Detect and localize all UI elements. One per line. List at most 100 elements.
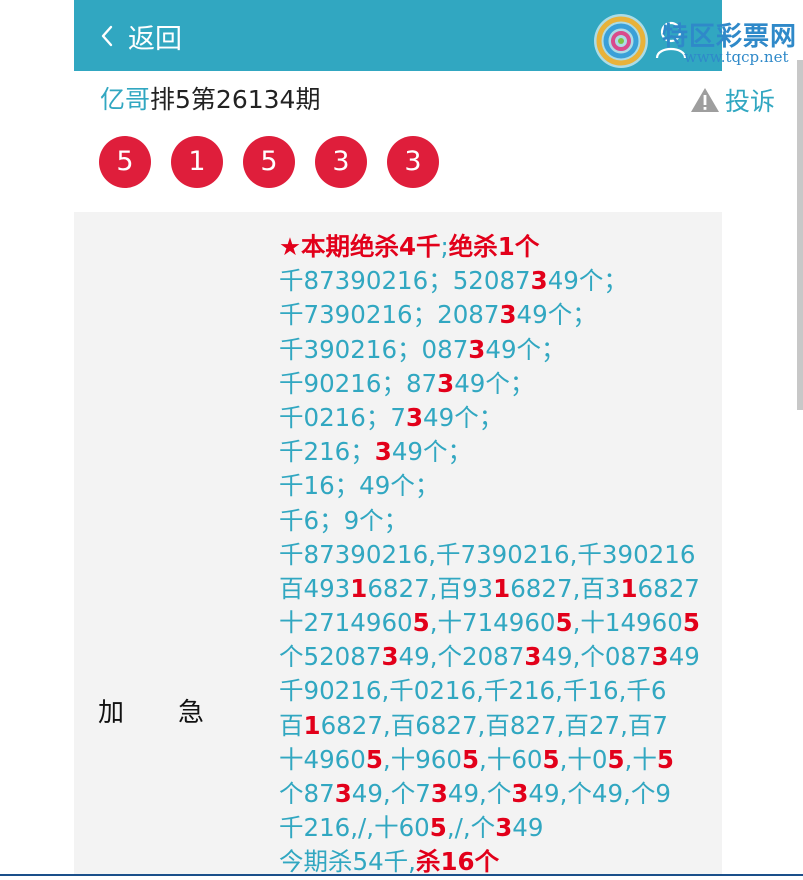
site-logo: 特区彩票网 www.tqcp.net: [592, 6, 796, 68]
highlight-text: 3: [381, 642, 399, 672]
line-text: 6827,百3: [510, 573, 621, 603]
back-label: 返回: [128, 23, 182, 55]
highlight-text: 1: [493, 573, 511, 603]
prediction-content: ★本期绝杀4千;绝杀1个 千87390216；52087349个； 千7390216…: [279, 230, 709, 880]
line-text: 个52087: [279, 642, 382, 672]
highlight-text: ★本期绝杀4千: [279, 232, 441, 261]
line-text: 49,个2087: [398, 642, 525, 672]
line-text: 千90216,千0216,千216,千16,千6: [279, 676, 667, 706]
warning-icon: [690, 88, 719, 112]
highlight-text: 3: [511, 779, 529, 808]
line-text: 千0216；7: [279, 402, 406, 432]
line-text: 千16；49个；: [279, 471, 440, 501]
prediction-line: 个87349,个7349,个349,个49,个9: [279, 777, 709, 811]
line-text: 49,个7: [351, 779, 431, 808]
highlight-text: 3: [499, 300, 517, 330]
line-text: 49: [668, 642, 700, 672]
highlight-text: 绝杀1个: [448, 232, 540, 261]
highlight-text: 5: [656, 744, 674, 774]
highlight-text: 5: [429, 813, 447, 843]
highlight-text: 3: [374, 437, 392, 467]
prediction-line: 千216,/,十605,/,个349: [279, 811, 709, 845]
prediction-line: 千90216,千0216,千216,千16,千6: [279, 674, 709, 708]
scrollbar[interactable]: [797, 60, 803, 410]
line-text: ,十714960: [429, 608, 556, 638]
prediction-line: 千216；349个；: [279, 435, 709, 469]
prediction-line: 千390216；087349个；: [279, 333, 709, 367]
prediction-panel: 加急 ★本期绝杀4千;绝杀1个 千87390216；52087349个； 千7390…: [74, 212, 722, 876]
author-name[interactable]: 亿哥: [100, 85, 150, 114]
line-text: ,十60: [479, 744, 543, 774]
highlight-text: 5: [682, 608, 700, 638]
line-text: 千87390216,千7390216,千390216: [279, 539, 696, 569]
chevron-left-icon: [101, 25, 113, 47]
line-text: ,十: [624, 744, 657, 774]
prediction-line: 千87390216；52087349个；: [279, 264, 709, 298]
highlight-text: 3: [495, 813, 513, 843]
highlight-text: 3: [430, 779, 448, 808]
highlight-text: 5: [365, 744, 383, 774]
line-text: 今期杀54千,: [279, 847, 416, 877]
line-text: 6827: [637, 573, 700, 603]
line-text: 49个；: [547, 266, 628, 296]
result-ball: 1: [171, 136, 223, 188]
line-text: ,/,个: [446, 813, 496, 843]
prediction-line: 十49605,十9605,十605,十05,十5: [279, 743, 709, 777]
line-text: ,十960: [382, 744, 462, 774]
line-text: ,十0: [559, 744, 608, 774]
logo-swirl-icon: [594, 14, 648, 68]
prediction-line: 千0216；7349个；: [279, 401, 709, 435]
prediction-line: 个52087349,个2087349,个087349: [279, 640, 709, 674]
title-text: 亿哥排5第26134期: [100, 85, 320, 114]
highlight-text: 5: [461, 744, 480, 774]
highlight-text: 3: [405, 402, 424, 432]
line-text: 千216,/,十60: [279, 813, 430, 843]
highlight-text: 5: [542, 744, 560, 774]
highlight-text: 5: [412, 608, 430, 638]
row-label: 加急: [98, 692, 206, 729]
result-ball: 3: [387, 136, 439, 188]
line-text: 千87390216；52087: [279, 266, 531, 296]
line-text: 49个；: [391, 437, 473, 467]
issue-title: 排5第26134期: [150, 85, 321, 114]
line-text: 千216；: [279, 437, 375, 467]
prediction-line: 千90216；87349个；: [279, 367, 709, 401]
prediction-line: 百16827,百6827,百827,百27,百7: [279, 709, 709, 743]
prediction-line: 千87390216,千7390216,千390216: [279, 538, 709, 572]
report-label: 投诉: [724, 87, 775, 116]
line-text: 千6；9个；: [279, 505, 409, 535]
line-text: ;: [440, 232, 449, 261]
line-text: 49,个087: [541, 642, 652, 672]
prediction-line: 百49316827,百9316827,百316827: [279, 572, 709, 606]
line-text: 千90216；87: [279, 368, 438, 398]
highlight-text: 1: [350, 573, 368, 603]
line-text: 百: [279, 710, 304, 740]
prediction-line: ★本期绝杀4千;绝杀1个: [279, 230, 709, 264]
line-text: 49,个: [447, 779, 512, 808]
result-ball: 3: [315, 136, 367, 188]
back-button[interactable]: 返回: [96, 18, 182, 55]
highlight-text: 3: [524, 642, 542, 672]
prediction-line: 十27149605,十7149605,十149605: [279, 606, 709, 640]
line-text: 个87: [279, 779, 335, 808]
line-text: 千390216；087: [279, 334, 469, 364]
line-text: 49个；: [423, 402, 504, 432]
line-text: 百493: [279, 573, 351, 603]
highlight-text: 3: [468, 334, 486, 364]
line-text: 千7390216；2087: [279, 300, 500, 330]
result-ball: 5: [243, 136, 295, 188]
highlight-text: 杀16个: [415, 847, 500, 877]
line-text: 49个；: [454, 368, 535, 398]
line-text: 49个；: [516, 300, 597, 330]
line-text: ,十14960: [572, 608, 683, 638]
line-text: 十2714960: [279, 608, 413, 638]
highlight-text: 3: [651, 642, 669, 672]
line-text: 6827,百6827,百827,百27,百7: [320, 710, 668, 740]
line-text: 6827,百93: [367, 573, 494, 603]
highlight-text: 1: [303, 710, 321, 740]
row-label-char: 加: [98, 698, 127, 728]
result-ball: 5: [99, 136, 151, 188]
report-button[interactable]: 投诉: [689, 82, 775, 118]
highlight-text: 3: [437, 368, 455, 398]
highlight-text: 5: [555, 608, 573, 638]
